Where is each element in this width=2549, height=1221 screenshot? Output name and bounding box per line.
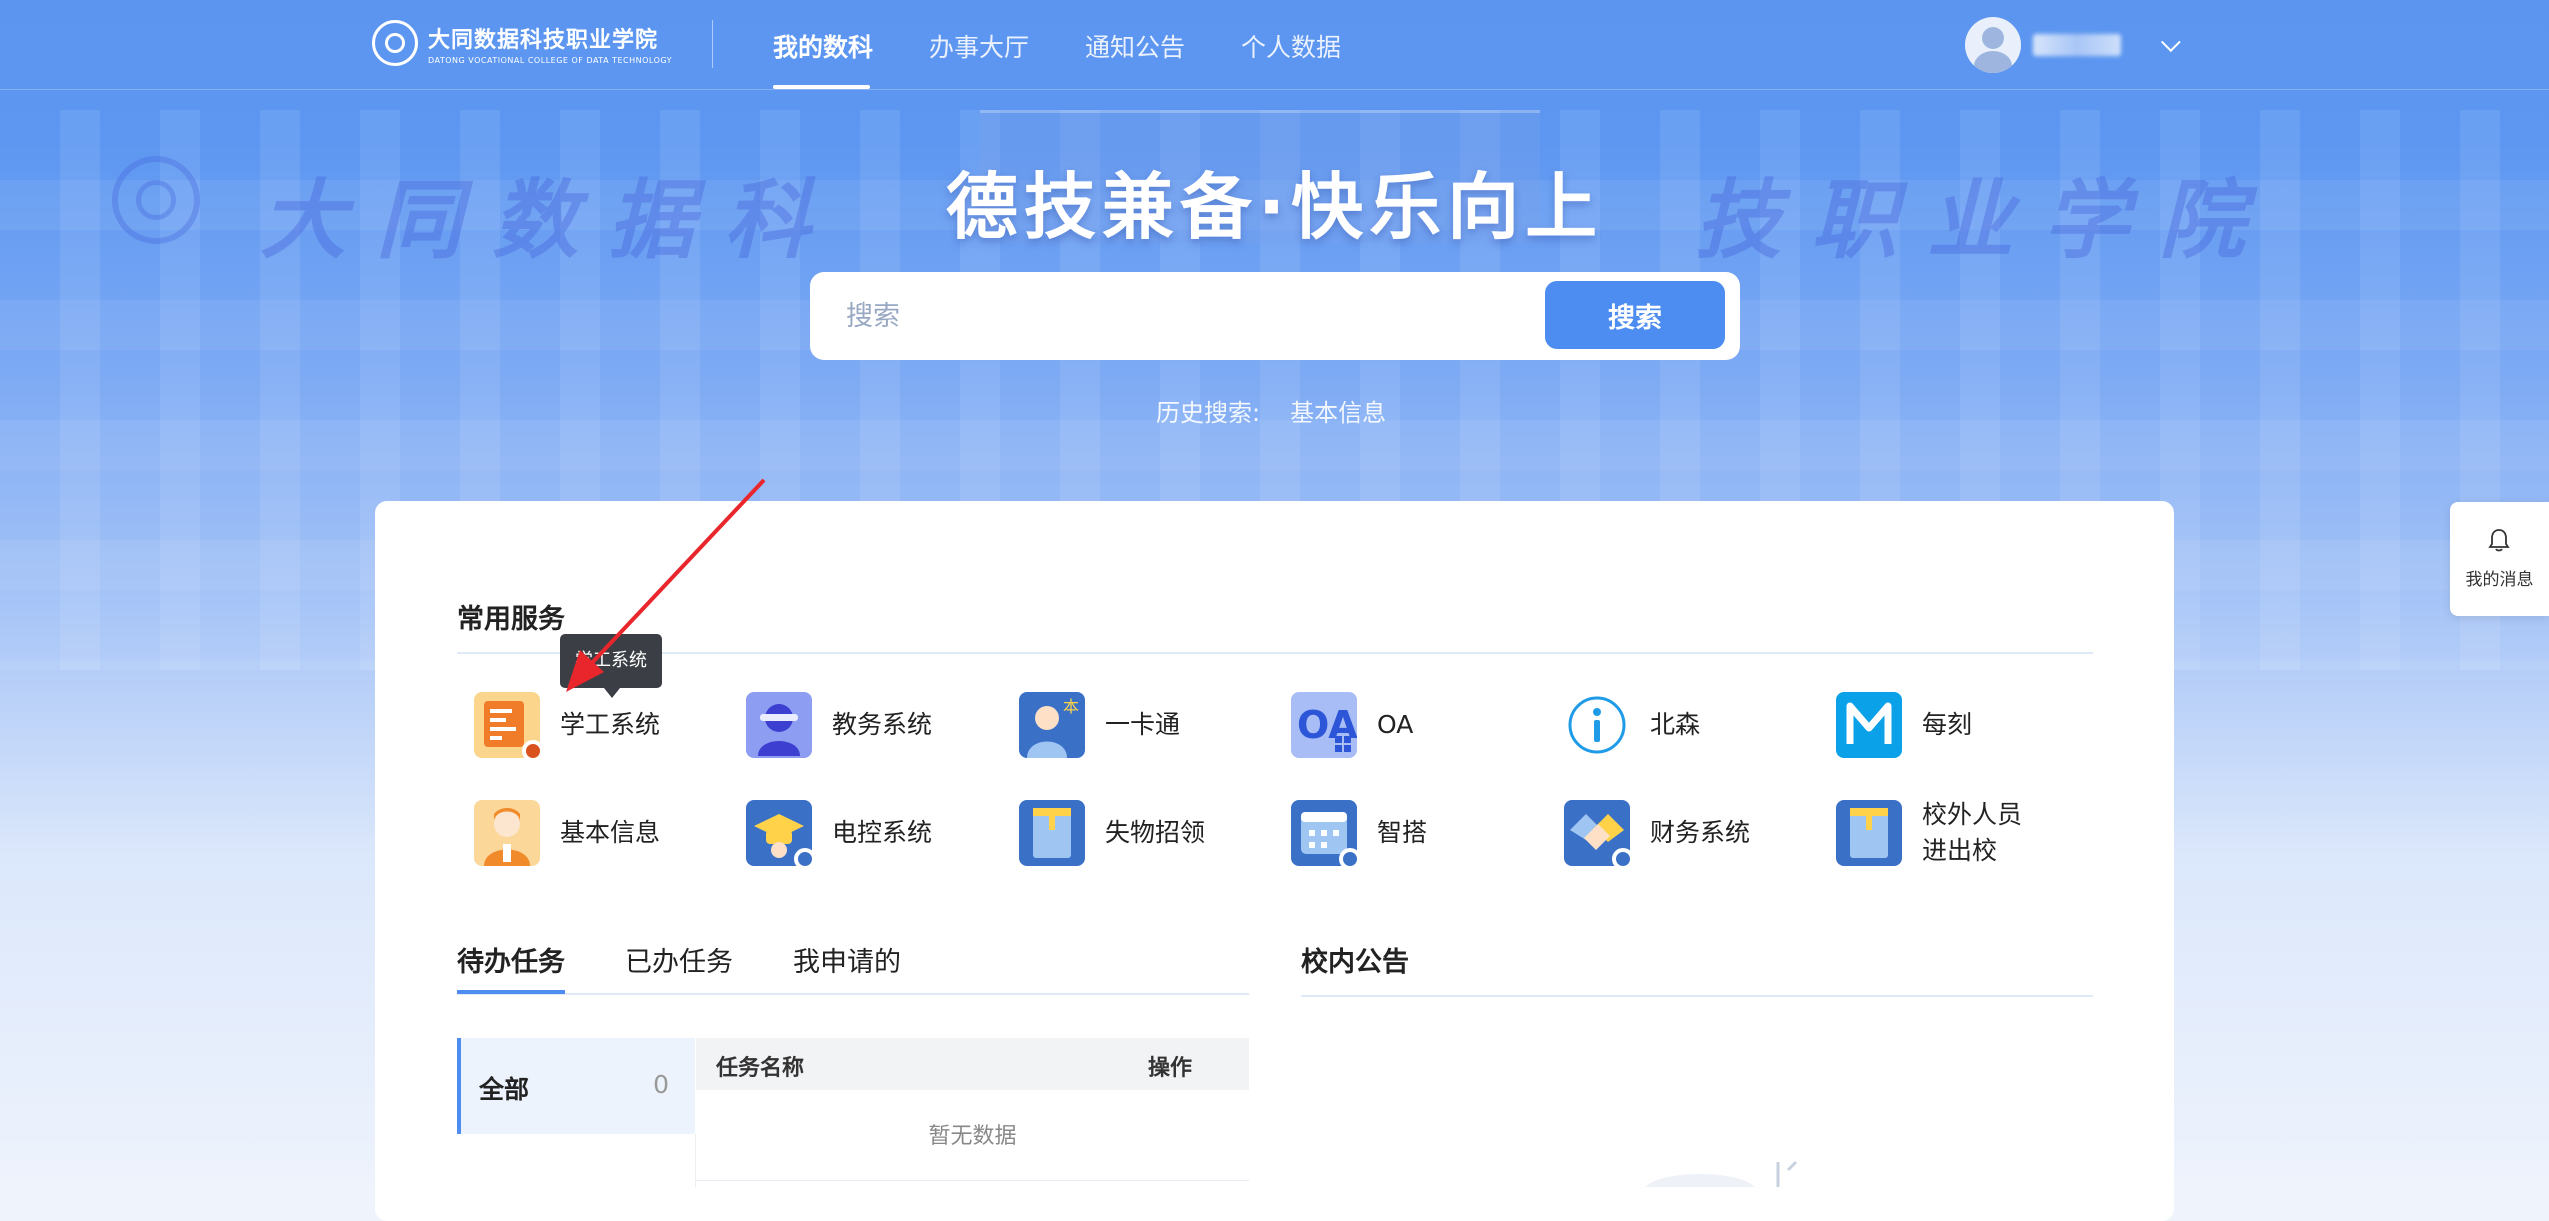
- filter-column: [457, 1134, 696, 1187]
- tasks-divider: [457, 993, 1249, 995]
- tab-active-indicator: [457, 990, 565, 994]
- empty-illustration-icon: [1645, 1160, 1798, 1187]
- filter-label: 全部: [479, 1075, 530, 1104]
- tab-my-applications[interactable]: 我申请的: [793, 940, 901, 979]
- empty-state: 暂无数据: [928, 1124, 1017, 1149]
- filter-count: 0: [653, 1070, 669, 1099]
- tab-done-tasks[interactable]: 已办任务: [625, 940, 733, 979]
- my-messages-button[interactable]: 我的消息: [2450, 502, 2549, 616]
- notices-divider: [1301, 995, 2093, 997]
- column-task-name: 任务名称: [716, 1056, 805, 1081]
- filter-all[interactable]: 全部 0: [457, 1038, 695, 1134]
- notices-title: 校内公告: [1301, 947, 1409, 978]
- table-bottom-border: [696, 1180, 1249, 1181]
- column-action: 操作: [1148, 1056, 1193, 1081]
- bell-icon: [2488, 529, 2510, 552]
- task-table-header: 任务名称 操作: [696, 1038, 1249, 1090]
- tab-todo-tasks[interactable]: 待办任务: [457, 940, 565, 979]
- my-messages-label: 我的消息: [2465, 570, 2534, 590]
- annotation-arrow-icon: [566, 478, 766, 692]
